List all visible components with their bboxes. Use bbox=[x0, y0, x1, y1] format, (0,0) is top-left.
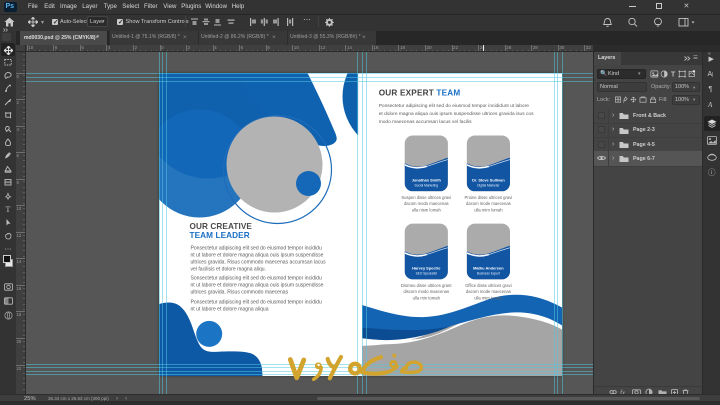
svg-text:ulla nism lomah: ulla nism lomah bbox=[411, 207, 441, 212]
svg-text:nt ut labore et dolore magna a: nt ut labore et dolore magna aliqua bbox=[190, 306, 268, 312]
svg-text:Social Marketing: Social Marketing bbox=[414, 183, 438, 187]
svg-text:dacorn mode maecenas: dacorn mode maecenas bbox=[465, 289, 510, 294]
svg-text:dacom modo maecenas: dacom modo maecenas bbox=[403, 201, 448, 206]
svg-text:SEO Specialist: SEO Specialist bbox=[415, 271, 436, 275]
svg-text:TEAM LEADER: TEAM LEADER bbox=[189, 230, 249, 239]
svg-text:Ponsectetur adipiscing elit se: Ponsectetur adipiscing elit sed do eiusm… bbox=[190, 299, 321, 305]
svg-text:Mathu Anderson: Mathu Anderson bbox=[473, 265, 504, 270]
svg-text:⋯: ⋯ bbox=[5, 247, 12, 254]
svg-text:T: T bbox=[6, 205, 11, 213]
svg-text:Ponsectetur adipiscing elit se: Ponsectetur adipiscing elit sed do eiusm… bbox=[190, 245, 321, 251]
svg-text:ultrices gravida. Risus commod: ultrices gravida. Risus commodo maecenas bbox=[190, 289, 288, 295]
svg-text:Suspen disse ultrices gravi: Suspen disse ultrices gravi bbox=[401, 194, 451, 199]
svg-text:Ponsectetur adipiscing elit se: Ponsectetur adipiscing elit sed do eiusm… bbox=[378, 103, 529, 109]
svg-text:nt ut labore et dolore magna a: nt ut labore et dolore magna aliqua ouis… bbox=[190, 282, 323, 288]
svg-text:et dolore magna aliqua ouis ip: et dolore magna aliqua ouis ipsum suspen… bbox=[378, 111, 533, 117]
svg-text:ultrices gravida. Risus commod: ultrices gravida. Risus commodo maecenas… bbox=[190, 259, 326, 265]
svg-text:vel facilisis et dolore magna: vel facilisis et dolore magna aliqu. bbox=[190, 266, 265, 272]
svg-text:ulla mirn lomah: ulla mirn lomah bbox=[474, 207, 503, 212]
svg-text:Jonathan Smith: Jonathan Smith bbox=[411, 177, 441, 182]
svg-text:Dr. Steve Sullivan: Dr. Steve Sullivan bbox=[472, 177, 505, 182]
svg-text:discorn modo maecenas: discorn modo maecenas bbox=[403, 289, 449, 294]
svg-text:Disrneu disse ultrices grant: Disrneu disse ultrices grant bbox=[401, 282, 452, 287]
svg-text:Sonsectetur adipiscing elit se: Sonsectetur adipiscing elit sed do eiusm… bbox=[190, 275, 321, 281]
svg-text:T: T bbox=[671, 70, 676, 77]
svg-text:Digital Marketer: Digital Marketer bbox=[477, 183, 500, 187]
svg-text:Business Expert: Business Expert bbox=[476, 271, 499, 275]
svg-text:ulla mim tomah: ulla mim tomah bbox=[474, 295, 503, 300]
svg-text:Office disse ultrices gravi: Office disse ultrices gravi bbox=[465, 282, 512, 287]
svg-text:nt ut labore et dolore magna a: nt ut labore et dolore magna aliqua ouis… bbox=[190, 252, 323, 258]
svg-text:Harvey Spectre: Harvey Spectre bbox=[412, 265, 441, 270]
svg-text:modo maecenas accumsan lacus: modo maecenas accumsan lacus vel facilis bbox=[378, 118, 471, 124]
svg-text:dacom mode maecenas: dacom mode maecenas bbox=[466, 201, 511, 206]
svg-text:ulla min tomah: ulla min tomah bbox=[412, 295, 440, 300]
svg-text:Proine disse ultrices gravi: Proine disse ultrices gravi bbox=[464, 194, 512, 199]
svg-text:OUR CREATIVE: OUR CREATIVE bbox=[189, 222, 252, 231]
svg-text:OUR EXPERT TEAM: OUR EXPERT TEAM bbox=[378, 88, 460, 97]
